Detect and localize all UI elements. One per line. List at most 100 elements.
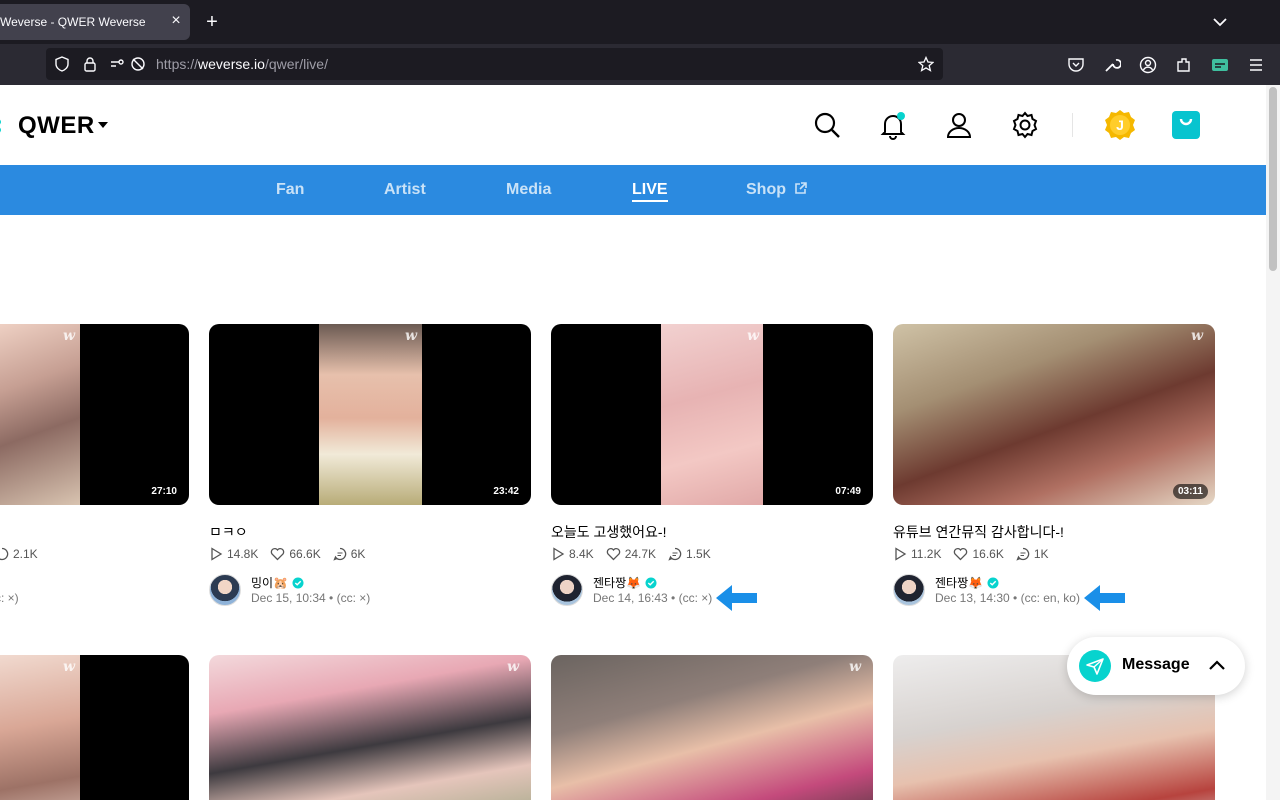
comments-stat: 1K xyxy=(1016,547,1049,561)
video-meta: Dec 14, 16:43 • (cc: ×) xyxy=(593,591,713,605)
video-title[interactable]: 유튜브 연간뮤직 감사합니다-! xyxy=(893,522,1064,542)
extensions-icon[interactable] xyxy=(1175,56,1193,74)
artist-name[interactable]: QWER xyxy=(18,112,95,140)
video-thumbnail[interactable]: w 07:49 xyxy=(551,324,873,505)
tab-live[interactable]: LIVE xyxy=(632,181,668,202)
video-title[interactable]: ㅁㅋㅇ xyxy=(209,522,248,542)
thumbnail-image xyxy=(319,324,422,505)
heart-icon xyxy=(271,547,285,561)
jelly-coin-icon[interactable]: J xyxy=(1104,109,1136,141)
comments-stat: 6K xyxy=(333,547,366,561)
account-icon[interactable] xyxy=(1139,56,1157,74)
message-icon xyxy=(1079,650,1111,682)
wrench-icon[interactable] xyxy=(1103,56,1121,74)
video-thumbnail[interactable]: w 23:42 xyxy=(209,324,531,505)
avatar[interactable] xyxy=(551,574,583,606)
verified-badge-icon xyxy=(645,577,657,588)
tab-shop[interactable]: Shop xyxy=(746,181,808,199)
comments-count: 1.5K xyxy=(686,547,711,561)
jelly-label: J xyxy=(1116,117,1124,133)
plays-count: 8.4K xyxy=(569,547,594,561)
verified-badge-icon xyxy=(292,577,304,588)
url-scheme: https:// xyxy=(156,56,199,72)
thumbnail-image xyxy=(661,324,763,505)
thumbnail-image xyxy=(0,324,80,505)
comment-icon xyxy=(333,547,346,561)
chevron-up-icon[interactable] xyxy=(1207,656,1227,676)
video-meta: Dec 13, 14:30 • (cc: en, ko) xyxy=(935,591,1080,605)
settings-gear-icon[interactable] xyxy=(1010,110,1040,140)
video-duration: 27:10 xyxy=(146,484,182,499)
url-host: weverse.io xyxy=(198,56,265,72)
video-duration: 07:49 xyxy=(830,484,866,499)
plays-stat: 14.8K xyxy=(209,547,258,561)
tab-artist[interactable]: Artist xyxy=(384,181,426,199)
author-name[interactable]: 밍이🐹 xyxy=(251,574,304,591)
main-navigation: Fan Artist Media LIVE Shop xyxy=(0,165,1266,215)
comments-count: 6K xyxy=(350,547,366,561)
scrollbar-thumb[interactable] xyxy=(1269,87,1277,271)
video-thumbnail[interactable]: w xyxy=(209,655,531,800)
video-thumbnail[interactable]: w xyxy=(0,655,189,800)
chevron-down-icon[interactable] xyxy=(1210,12,1230,32)
comment-icon xyxy=(668,547,682,561)
weverse-watermark-icon: w xyxy=(62,659,75,675)
url-text[interactable]: https://weverse.io/qwer/live/ xyxy=(156,56,328,72)
tab-media[interactable]: Media xyxy=(506,181,551,199)
avatar[interactable] xyxy=(893,574,925,606)
pocket-icon[interactable] xyxy=(1067,56,1085,74)
video-duration: 23:42 xyxy=(488,484,524,499)
lock-icon[interactable] xyxy=(82,56,98,72)
weverse-watermark-icon: w xyxy=(1190,328,1203,344)
author-name[interactable]: 젠타짱🦊 xyxy=(593,574,657,591)
video-thumbnail[interactable]: w xyxy=(551,655,873,800)
video-thumbnail[interactable]: w 03:11 xyxy=(893,324,1215,505)
tab-fan[interactable]: Fan xyxy=(276,181,304,199)
video-title[interactable]: 오늘도 고생했어요-! xyxy=(551,522,666,542)
comments-stat: 1.5K xyxy=(668,547,711,561)
weverse-watermark-icon: w xyxy=(404,328,417,344)
likes-stat: 24.7K xyxy=(606,547,656,561)
header-divider xyxy=(1072,113,1073,137)
plays-count: 11.2K xyxy=(911,547,942,561)
comment-icon xyxy=(1016,547,1030,561)
profile-icon[interactable] xyxy=(944,110,974,140)
extension-badge-icon[interactable] xyxy=(1211,56,1229,74)
search-icon[interactable] xyxy=(812,110,842,140)
verified-badge-icon xyxy=(987,577,999,588)
weverse-watermark-icon: w xyxy=(848,659,861,675)
author-name[interactable]: 젠타짱🦊 xyxy=(935,574,999,591)
weverse-watermark-icon: w xyxy=(746,328,759,344)
author-label: 밍이🐹 xyxy=(251,576,289,590)
browser-tab[interactable]: Weverse - QWER Weverse × xyxy=(0,4,190,40)
notification-bell-icon[interactable] xyxy=(878,110,908,140)
comment-icon xyxy=(0,547,9,561)
thumbnail-image xyxy=(0,655,80,800)
video-thumbnail[interactable]: w 27:10 xyxy=(0,324,189,505)
bookmark-star-icon[interactable] xyxy=(918,56,934,72)
permissions-icon[interactable] xyxy=(110,56,126,72)
url-bar[interactable]: https://weverse.io/qwer/live/ xyxy=(46,48,943,80)
tracking-blocked-icon[interactable] xyxy=(130,56,146,72)
play-icon xyxy=(211,547,223,561)
weverse-logo-icon[interactable] xyxy=(0,118,4,134)
caret-down-icon[interactable] xyxy=(98,122,108,130)
avatar[interactable] xyxy=(209,574,241,606)
likes-count: 66.6K xyxy=(289,547,321,561)
message-button[interactable]: Message xyxy=(1067,637,1245,695)
annotation-arrow-icon xyxy=(716,585,757,611)
video-stats: 14.8K 66.6K 6K xyxy=(209,547,377,561)
likes-stat: 66.6K xyxy=(270,547,321,561)
page-scrollbar[interactable] xyxy=(1266,85,1280,800)
tab-title: Weverse - QWER Weverse xyxy=(0,15,146,29)
new-tab-button[interactable]: + xyxy=(202,12,222,32)
menu-icon[interactable] xyxy=(1247,56,1265,74)
external-link-icon xyxy=(795,182,808,194)
video-meta: c: ×) xyxy=(0,591,19,605)
annotation-arrow-icon xyxy=(1084,585,1125,611)
plays-count: 14.8K xyxy=(227,547,259,561)
shop-bag-icon[interactable] xyxy=(1171,110,1201,140)
tab-close-icon[interactable]: × xyxy=(167,12,185,30)
video-stats: 2.1K xyxy=(0,547,50,561)
shield-icon[interactable] xyxy=(54,56,70,72)
